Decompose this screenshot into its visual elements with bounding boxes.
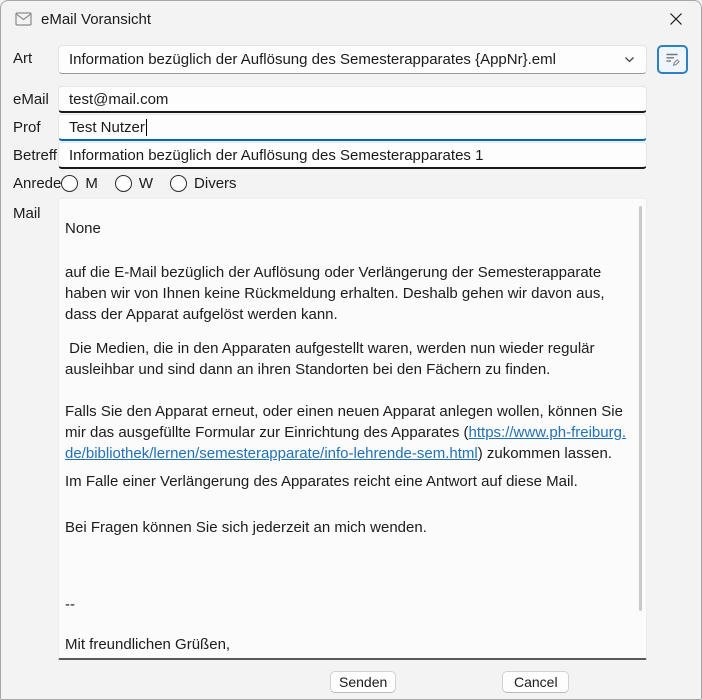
titlebar: eMail Voransicht (1, 1, 701, 37)
anrede-label: Anrede (13, 175, 61, 192)
edit-list-icon (664, 51, 681, 68)
betreff-value: Information bezüglich der Auflösung des … (69, 147, 483, 164)
mail-paragraph: Die Medien, die in den Apparaten aufgest… (65, 338, 630, 380)
mail-paragraph: -- (65, 594, 630, 615)
mail-label: Mail (13, 198, 58, 222)
prof-label: Prof (13, 114, 58, 136)
email-label: eMail (13, 86, 58, 108)
close-icon (669, 12, 683, 26)
prof-value: Test Nutzer (69, 119, 145, 136)
email-form: Art Information bezüglich der Auflösung … (1, 45, 701, 693)
mail-text: Mit freundlichen Grüßen, (65, 636, 230, 653)
edit-template-button[interactable] (657, 45, 688, 74)
mail-text: None (65, 220, 101, 237)
footer: Senden Cancel (13, 671, 701, 693)
send-button[interactable]: Senden (330, 671, 396, 693)
mail-text: Im Falle einer Verlängerung des Apparate… (65, 473, 578, 490)
mail-text: -- (65, 596, 75, 613)
mail-paragraph: auf die E-Mail bezüglich der Auflösung o… (65, 262, 630, 325)
mail-text: Bei Fragen können Sie sich jederzeit an … (65, 519, 427, 536)
mail-body[interactable]: None auf die E-Mail bezüglich der Auflösu… (58, 198, 647, 660)
cancel-button[interactable]: Cancel (502, 671, 569, 693)
envelope-icon (15, 12, 32, 26)
email-row: eMail test@mail.com (13, 86, 701, 113)
radio-divers[interactable] (170, 175, 187, 192)
email-preview-window: { "window": { "title": "eMail Voransicht… (0, 0, 702, 700)
radio-m-label: M (85, 175, 98, 192)
art-template-value: Information bezüglich der Auflösung des … (69, 51, 615, 68)
chevron-down-icon (623, 53, 636, 66)
close-button[interactable] (661, 6, 691, 32)
mail-scrollbar[interactable] (639, 206, 642, 611)
anrede-row: Anrede M W Divers (13, 172, 701, 194)
mail-paragraph: Mit freundlichen Grüßen, (65, 634, 630, 655)
art-template-dropdown[interactable]: Information bezüglich der Auflösung des … (58, 45, 647, 74)
betreff-input[interactable]: Information bezüglich der Auflösung des … (58, 142, 647, 169)
mail-row: Mail None auf die E-Mail bezüglich der Au… (13, 198, 701, 660)
email-value: test@mail.com (69, 91, 168, 108)
mail-text: ) zukommen lassen. (478, 445, 612, 462)
anrede-radio-group: M W Divers (61, 175, 253, 192)
text-caret (146, 119, 147, 136)
mail-text: Die Medien, die in den Apparaten aufgest… (65, 340, 599, 378)
betreff-row: Betreff Information bezüglich der Auflös… (13, 142, 701, 169)
window-title: eMail Voransicht (41, 11, 151, 28)
mail-paragraph: Falls Sie den Apparat erneut, oder einen… (65, 401, 630, 464)
art-row: Art Information bezüglich der Auflösung … (13, 45, 701, 74)
mail-paragraph: Im Falle einer Verlängerung des Apparate… (65, 471, 630, 492)
mail-text: auf die E-Mail bezüglich der Auflösung o… (65, 264, 609, 323)
radio-divers-label: Divers (194, 175, 237, 192)
radio-m[interactable] (61, 175, 78, 192)
prof-row: Prof Test Nutzer (13, 114, 701, 141)
radio-w-label: W (139, 175, 153, 192)
mail-paragraph: None (65, 218, 630, 239)
art-label: Art (13, 45, 58, 67)
betreff-label: Betreff (13, 142, 58, 164)
prof-input[interactable]: Test Nutzer (58, 114, 647, 141)
mail-paragraph: Bei Fragen können Sie sich jederzeit an … (65, 517, 630, 538)
radio-w[interactable] (115, 175, 132, 192)
email-input[interactable]: test@mail.com (58, 86, 647, 113)
